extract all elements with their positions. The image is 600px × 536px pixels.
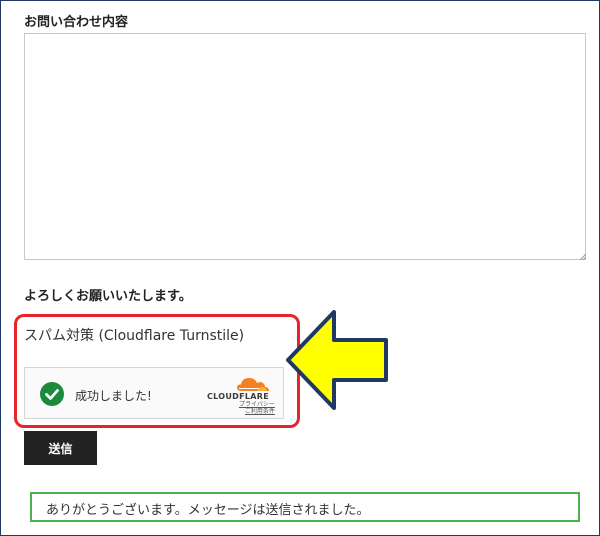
cloudflare-logo-icon (237, 378, 269, 391)
privacy-link[interactable]: プライバシー (239, 401, 275, 408)
submission-success-message: ありがとうございます。メッセージは送信されました。 (30, 492, 580, 522)
turnstile-status: 成功しました! (75, 389, 152, 403)
submit-button[interactable]: 送信 (24, 431, 97, 465)
turnstile-links: プライバシー ご利用条件 (239, 401, 275, 415)
turnstile-widget[interactable]: 成功しました! CLOUDFLARE プライバシー ご利用条件 (24, 367, 284, 419)
success-check-icon (40, 382, 64, 406)
contact-label: お問い合わせ内容 (24, 15, 129, 30)
resize-grip-icon[interactable] (578, 252, 586, 260)
terms-link[interactable]: ご利用条件 (239, 408, 275, 415)
closing-note: よろしくお願いいたします。 (24, 289, 192, 304)
cloudflare-brand: CLOUDFLARE (207, 392, 269, 401)
spam-protection-title: スパム対策 (Cloudflare Turnstile) (24, 328, 245, 344)
message-textarea[interactable] (24, 33, 586, 260)
pointer-arrow-icon (286, 310, 388, 410)
